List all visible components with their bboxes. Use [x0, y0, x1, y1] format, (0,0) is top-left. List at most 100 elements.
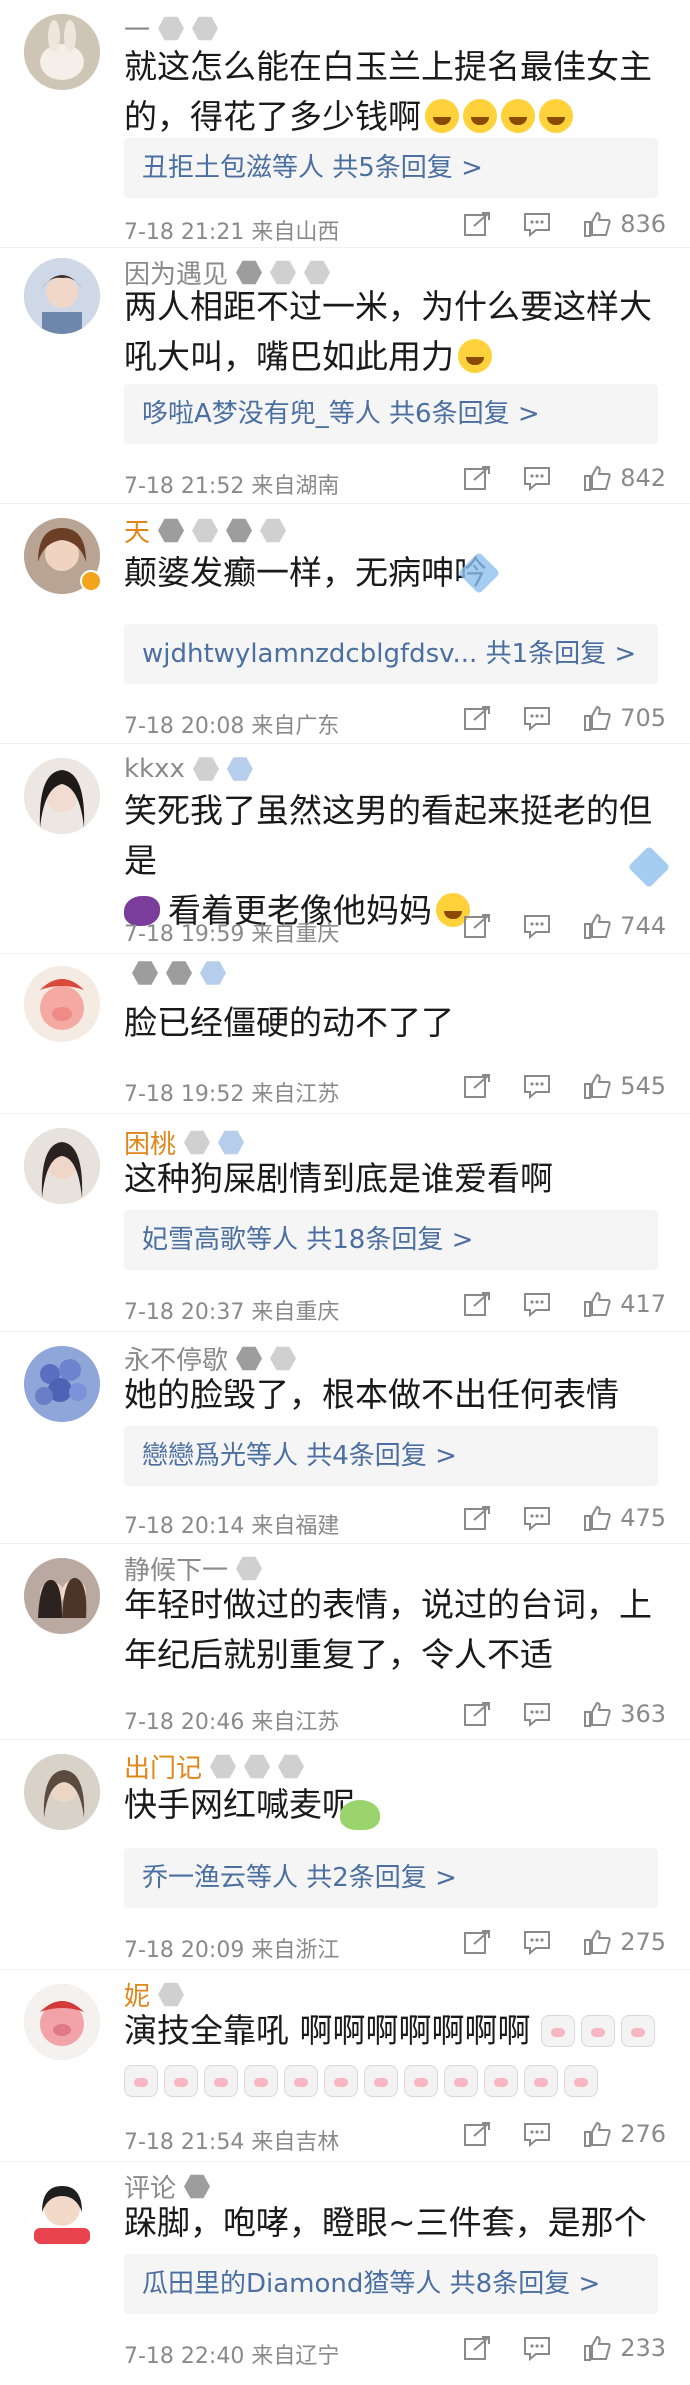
like-icon[interactable]: [582, 464, 612, 492]
comment-meta: 7-18 20:08 来自广东: [124, 714, 340, 739]
comment-icon[interactable]: [522, 1928, 552, 1956]
comment-item: 妮 演技全靠吼 啊啊啊啊啊啊啊 7-18 21:54 来自吉林 276: [0, 1970, 690, 2162]
share-icon[interactable]: [462, 1928, 492, 1956]
pig-emoji-icon: [621, 2015, 655, 2047]
avatar[interactable]: [24, 258, 100, 334]
like-count: 475: [620, 1504, 666, 1532]
redaction-mark: [278, 1754, 305, 1779]
comment-item: 困桃 这种狗屎剧情到底是谁爱看啊 妃雪高歌等人 共18条回复 > 7-18 20…: [0, 1114, 690, 1332]
like-icon[interactable]: [582, 1928, 612, 1956]
like-count: 233: [620, 2334, 666, 2362]
username[interactable]: [124, 960, 226, 986]
like-count: 417: [620, 1290, 666, 1318]
avatar[interactable]: [24, 1754, 100, 1830]
comment-icon[interactable]: [522, 1290, 552, 1318]
redaction-mark: [236, 1556, 263, 1581]
reply-summary[interactable]: 瓜田里的Diamond猹等人 共8条回复 >: [124, 2254, 658, 2314]
avatar[interactable]: [24, 1558, 100, 1634]
redaction-mark: [270, 1346, 297, 1371]
comment-meta: 7-18 20:14 来自福建: [124, 1514, 340, 1539]
smile-emoji-icon: [458, 339, 492, 373]
redaction-mark: [210, 1754, 237, 1779]
redaction-mark: [192, 16, 219, 41]
avatar[interactable]: [24, 966, 100, 1042]
pig-emoji-icon: [364, 2065, 398, 2097]
comment-icon[interactable]: [522, 1504, 552, 1532]
share-icon[interactable]: [462, 1700, 492, 1728]
comment-text: 演技全靠吼 啊啊啊啊啊啊啊: [124, 2006, 664, 2106]
username[interactable]: kkxx: [124, 754, 253, 784]
comment-text: 就这怎么能在白玉兰上提名最佳女主的，得花了多少钱啊: [124, 47, 652, 136]
share-icon[interactable]: [462, 1290, 492, 1318]
redaction-mark: [158, 1982, 185, 2007]
like-count: 705: [620, 704, 666, 732]
share-icon[interactable]: [462, 912, 492, 940]
like-icon[interactable]: [582, 1072, 612, 1100]
comment-text: 快手网红喊麦呢: [124, 1785, 355, 1824]
avatar[interactable]: [24, 1128, 100, 1204]
comment-item: 因为遇见 两人相距不过一米，为什么要这样大吼大叫，嘴巴如此用力 哆啦A梦没有兜_…: [0, 248, 690, 504]
reply-summary[interactable]: 乔一渔云等人 共2条回复 >: [124, 1848, 658, 1908]
comment-meta: 7-18 20:37 来自重庆: [124, 1300, 340, 1325]
redaction-mark: [226, 518, 253, 543]
comment-item: 永不停歇 她的脸毁了，根本做不出任何表情 戀戀爲光等人 共4条回复 > 7-18…: [0, 1332, 690, 1544]
comment-actions: 744: [462, 912, 666, 940]
comment-icon[interactable]: [522, 912, 552, 940]
like-icon[interactable]: [582, 1700, 612, 1728]
comment-item: 一 就这怎么能在白玉兰上提名最佳女主的，得花了多少钱啊 丑拒土包滋等人 共5条回…: [0, 0, 690, 248]
redaction-mark: [166, 961, 192, 985]
comment-text: 颠婆发癫一样，无病呻吟: [124, 553, 487, 592]
share-icon[interactable]: [462, 1072, 492, 1100]
pig-emoji-icon: [564, 2065, 598, 2097]
comment-icon[interactable]: [522, 464, 552, 492]
pig-emoji-icon: [484, 2065, 518, 2097]
like-icon[interactable]: [582, 704, 612, 732]
share-icon[interactable]: [462, 1504, 492, 1532]
verified-badge-icon: [80, 570, 102, 592]
like-icon[interactable]: [582, 1290, 612, 1318]
redaction-mark: [184, 1130, 211, 1155]
pig-emoji-icon: [244, 2065, 278, 2097]
like-icon[interactable]: [582, 912, 612, 940]
reply-summary[interactable]: 丑拒土包滋等人 共5条回复 >: [124, 138, 658, 198]
share-icon[interactable]: [462, 2334, 492, 2362]
comment-list: 一 就这怎么能在白玉兰上提名最佳女主的，得花了多少钱啊 丑拒土包滋等人 共5条回…: [0, 0, 690, 2385]
redaction-mark: [132, 961, 158, 985]
comment-actions: 842: [462, 464, 666, 492]
avatar[interactable]: [24, 758, 100, 834]
like-icon[interactable]: [582, 1504, 612, 1532]
redaction-mark: [184, 2174, 211, 2199]
reply-summary[interactable]: 戀戀爲光等人 共4条回复 >: [124, 1426, 658, 1486]
like-icon[interactable]: [582, 2120, 612, 2148]
share-icon[interactable]: [462, 704, 492, 732]
redaction-mark: [158, 16, 185, 41]
like-icon[interactable]: [582, 210, 612, 238]
comment-icon[interactable]: [522, 2334, 552, 2362]
share-icon[interactable]: [462, 2120, 492, 2148]
comment-actions: 545: [462, 1072, 666, 1100]
comment-item: kkxx 笑死我了虽然这男的看起来挺老的但是 看着更老像他妈妈 7-18 19:5…: [0, 744, 690, 954]
redaction-mark: [158, 518, 185, 543]
redaction-mark: [200, 961, 226, 985]
comment-icon[interactable]: [522, 1700, 552, 1728]
reply-summary[interactable]: wjdhtwylamnzdcblgfdsv... 共1条回复 >: [124, 624, 658, 684]
comment-icon[interactable]: [522, 1072, 552, 1100]
comment-icon[interactable]: [522, 2120, 552, 2148]
comment-text: 两人相距不过一米，为什么要这样大吼大叫，嘴巴如此用力: [124, 287, 652, 376]
reply-summary[interactable]: 妃雪高歌等人 共18条回复 >: [124, 1210, 658, 1270]
like-icon[interactable]: [582, 2334, 612, 2362]
username[interactable]: 天: [124, 512, 287, 549]
share-icon[interactable]: [462, 210, 492, 238]
comment-actions: 276: [462, 2120, 666, 2148]
avatar[interactable]: [24, 1984, 100, 2060]
avatar[interactable]: [24, 1346, 100, 1422]
pig-emoji-icon: [404, 2065, 438, 2097]
avatar[interactable]: [24, 14, 100, 90]
pig-emoji-icon: [204, 2065, 238, 2097]
comment-icon[interactable]: [522, 704, 552, 732]
avatar[interactable]: [24, 2176, 100, 2252]
share-icon[interactable]: [462, 464, 492, 492]
comment-meta: 7-18 21:52 来自湖南: [124, 474, 340, 499]
comment-icon[interactable]: [522, 210, 552, 238]
reply-summary[interactable]: 哆啦A梦没有兜_等人 共6条回复 >: [124, 384, 658, 444]
